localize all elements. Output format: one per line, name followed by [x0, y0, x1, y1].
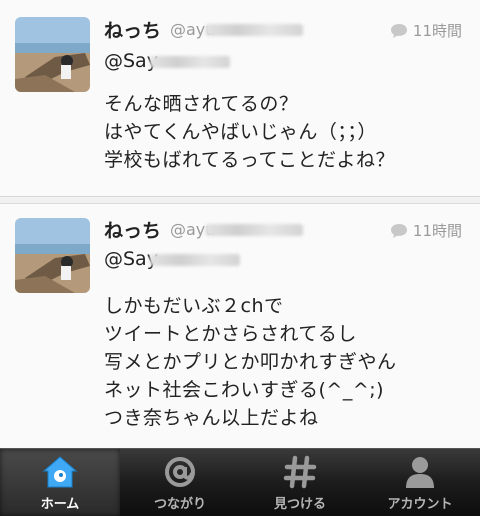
tweet[interactable]: ねっち @ayu 11時間 @Say しかもだいぶ２chで ツイートとかさらされ… — [0, 203, 480, 448]
tab-label: つながり — [153, 497, 206, 512]
avatar-photo — [15, 218, 90, 293]
at-icon — [162, 455, 198, 489]
home-bird-icon — [42, 455, 78, 489]
tweet-time: 11時間 — [390, 220, 462, 241]
tweet-time: 11時間 — [390, 20, 462, 41]
speech-bubble-icon — [390, 223, 407, 238]
tweet[interactable]: ねっち @ayu 11時間 @Say そんな晒されてるの？ はやてくんやばいじゃ… — [0, 0, 480, 197]
tab-connect[interactable]: つながり — [120, 449, 240, 516]
avatar[interactable] — [15, 218, 90, 293]
redacted-handle — [205, 24, 303, 36]
avatar-photo — [15, 17, 90, 92]
redacted-mention — [150, 254, 240, 266]
user-name[interactable]: ねっち — [104, 216, 161, 243]
tweet-text: しかもだいぶ２chで ツイートとかさらされてるし 写メとかプリとか叩かれすぎやん… — [104, 295, 397, 429]
tab-account[interactable]: アカウント — [360, 449, 480, 516]
user-name[interactable]: ねっち — [104, 16, 161, 43]
tweet-text: そんな晒されてるの？ はやてくんやばいじゃん（；；） 学校もばれてるってことだよ… — [104, 93, 395, 171]
tab-label: アカウント — [387, 497, 453, 512]
redacted-mention — [150, 56, 230, 68]
tab-home[interactable]: ホーム — [0, 449, 120, 516]
redacted-handle — [205, 224, 303, 236]
avatar[interactable] — [15, 17, 90, 92]
time-label: 11時間 — [412, 22, 462, 40]
tab-label: 見つける — [273, 497, 326, 512]
tab-discover[interactable]: 見つける — [240, 449, 360, 516]
time-label: 11時間 — [412, 222, 462, 240]
person-icon — [402, 455, 438, 489]
timeline: ねっち @ayu 11時間 @Say そんな晒されてるの？ はやてくんやばいじゃ… — [0, 0, 480, 448]
speech-bubble-icon — [390, 23, 407, 38]
hash-icon — [282, 455, 318, 489]
tab-bar: ホーム つながり 見つける アカウント — [0, 448, 480, 516]
tab-label: ホーム — [40, 497, 80, 512]
